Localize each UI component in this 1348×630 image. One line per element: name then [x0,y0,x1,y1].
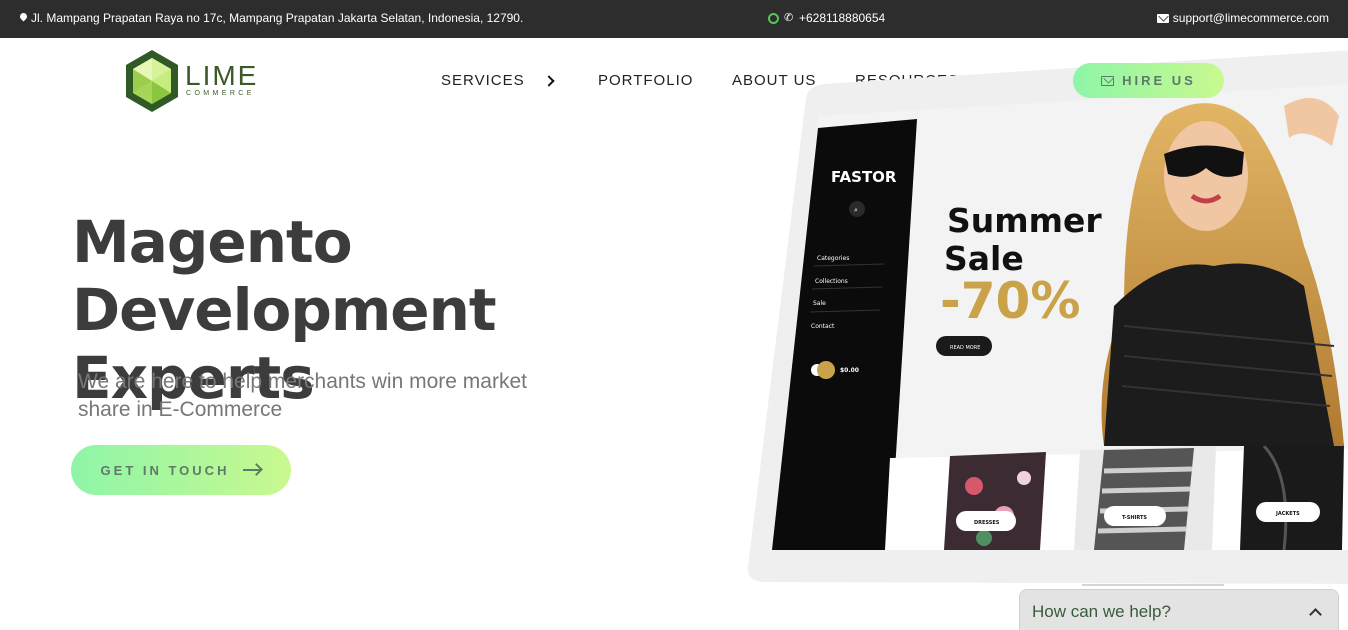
chat-widget[interactable]: How can we help? [1019,589,1339,630]
hero-title-line1: Magento Development [72,208,497,344]
mockup-tile-jackets: JACKETS [1275,511,1300,517]
email-info[interactable]: support@limecommerce.com [1156,11,1329,25]
hero-subtitle: We are here to help merchants win more m… [78,368,598,424]
site-logo[interactable]: LIME COMMERCE [124,48,266,114]
email-text[interactable]: support@limecommerce.com [1173,11,1329,25]
envelope-icon [1156,13,1169,23]
mockup-menu-collections: Collections [815,278,848,285]
nav-item-portfolio[interactable]: PORTFOLIO [598,72,693,89]
chevron-right-icon[interactable] [542,74,555,87]
chat-widget-label[interactable]: How can we help? [1032,602,1171,622]
hero-mockup-image: FASTOR ⌕ Categories Collections Sale Con… [747,50,1348,586]
mockup-menu-contact: Contact [811,323,835,330]
phone-icon: ✆ [784,12,794,24]
mockup-store-name: FASTOR [831,168,897,186]
whatsapp-icon [768,12,779,24]
mockup-promo-discount: -70% [940,272,1080,330]
nav-item-portfolio-label[interactable]: PORTFOLIO [598,72,693,89]
top-bar: Jl. Mampang Prapatan Raya no 17c, Mampan… [0,0,1348,38]
mockup-menu-sale: Sale [813,300,826,307]
mockup-tile-tshirts: T-SHIRTS [1122,515,1147,521]
hero-subtitle-line1: We are here to help merchants win more m… [78,370,527,393]
map-marker-icon [20,13,27,23]
nav-item-services[interactable]: SERVICES [441,72,555,89]
chevron-up-icon[interactable] [1309,608,1322,621]
hire-us-label[interactable]: HIRE US [1122,73,1196,88]
logo-wordmark: LIME [185,60,259,91]
mockup-menu-categories: Categories [817,255,849,262]
lime-hexagon-icon [126,50,178,112]
logo-subtitle: COMMERCE [186,90,255,97]
hire-us-button[interactable]: HIRE US [1073,63,1224,98]
get-in-touch-button[interactable]: GET IN TOUCH [71,445,291,495]
nav-item-services-label[interactable]: SERVICES [441,72,525,89]
envelope-icon [1101,75,1115,86]
address-info: Jl. Mampang Prapatan Raya no 17c, Mampan… [20,11,523,25]
arrow-right-icon [243,469,262,471]
address-text: Jl. Mampang Prapatan Raya no 17c, Mampan… [31,11,524,25]
phone-info[interactable]: ✆ +628118880654 [768,11,885,25]
mockup-tile-dresses: DRESSES [974,520,1000,526]
svg-text:⌕: ⌕ [854,206,858,214]
phone-text[interactable]: +628118880654 [799,11,885,25]
mockup-cart-total: $0.00 [840,367,859,374]
mockup-promo-line1: Summer [947,201,1102,240]
mockup-read-more: READ MORE [950,345,980,351]
get-in-touch-label[interactable]: GET IN TOUCH [101,463,230,478]
hero-subtitle-line2: share in E-Commerce [78,398,283,421]
